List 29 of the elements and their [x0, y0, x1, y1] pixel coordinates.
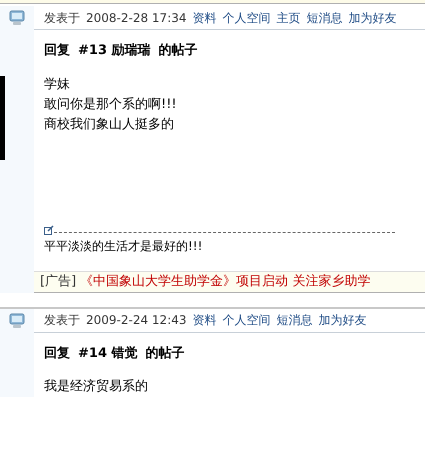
profile-link[interactable]: 主页 [276, 8, 300, 26]
message-line: 商校我们象山人挺多的 [44, 116, 175, 134]
message-line: 我是经济贸易系的 [44, 378, 149, 396]
profile-link[interactable]: 短消息 [276, 311, 312, 329]
profile-link[interactable]: 短消息 [306, 8, 342, 26]
reply-label: 回复 [44, 42, 70, 60]
profile-link[interactable]: 资料 [192, 8, 216, 26]
post-time: 2009-2-24 12:43 [86, 312, 186, 329]
ad-tag: [广告] [40, 272, 76, 292]
reply-label: 回复 [44, 344, 70, 362]
signature-text: 平平淡淡的生活才是最好的!!! [44, 238, 204, 254]
reply-target: #13 励瑞瑞 [78, 42, 151, 60]
profile-link[interactable]: 个人空间 [222, 311, 270, 329]
message-line: 学妹 [44, 76, 71, 94]
reply-suffix: 的帖子 [158, 42, 198, 60]
ad-link[interactable]: 《中国象山大学生助学金》项目启动 关注家乡助学 [80, 272, 370, 292]
message-line: 敢问你是那个系的啊!!! [44, 96, 178, 114]
profile-link[interactable]: 个人空间 [222, 8, 270, 26]
edit-icon [44, 224, 54, 234]
post-time: 2008-2-28 17:34 [86, 10, 186, 26]
reply-target: #14 错觉 [78, 344, 138, 362]
profile-link[interactable]: 加为好友 [318, 311, 366, 329]
computer-icon [8, 10, 26, 26]
profile-link[interactable]: 资料 [192, 311, 216, 329]
profile-link[interactable]: 加为好友 [348, 8, 396, 26]
reply-suffix: 的帖子 [146, 344, 185, 362]
computer-icon [8, 312, 26, 328]
post-time-label: 发表于 [44, 312, 80, 329]
post-time-label: 发表于 [44, 10, 80, 26]
